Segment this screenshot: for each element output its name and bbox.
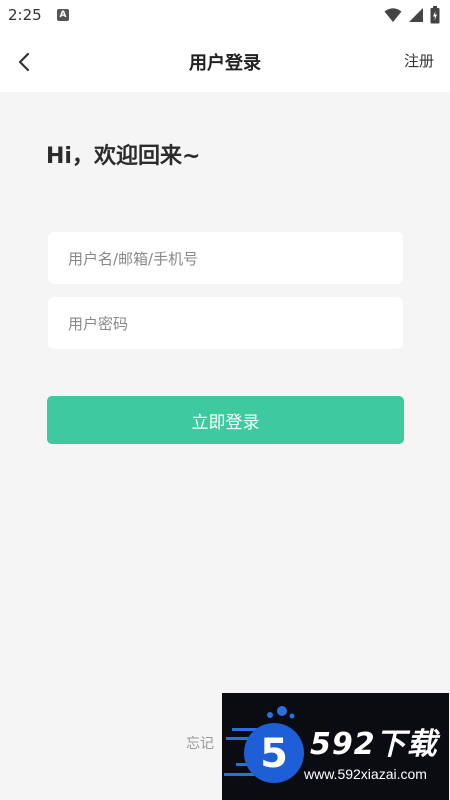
watermark-site: www.592xiazai.com <box>304 766 427 782</box>
svg-text:5: 5 <box>260 731 288 777</box>
page-title: 用户登录 <box>189 53 261 74</box>
app-header: 用户登录 注册 <box>0 32 450 92</box>
greeting-heading: Hi，欢迎回来~ <box>46 144 201 169</box>
username-field[interactable] <box>48 232 407 286</box>
watermark-brand: 592下载 <box>310 727 438 762</box>
wifi-icon <box>384 8 402 22</box>
watermark-overlay: 5 592下载 www.592xiazai.com <box>222 693 449 800</box>
username-input[interactable] <box>66 232 407 286</box>
register-link[interactable]: 注册 <box>404 50 434 71</box>
password-field[interactable] <box>48 297 407 351</box>
login-button[interactable]: 立即登录 <box>47 396 404 444</box>
notification-icon: A <box>57 9 69 21</box>
status-icons <box>384 6 440 24</box>
status-bar: 2:25 A <box>0 0 450 32</box>
chevron-left-icon <box>18 52 30 72</box>
battery-icon <box>430 6 440 24</box>
back-button[interactable] <box>8 46 40 78</box>
forgot-password-link[interactable]: 忘记 <box>186 733 214 753</box>
watermark-logo-icon: 5 <box>224 706 304 783</box>
password-input[interactable] <box>66 297 407 351</box>
status-time: 2:25 <box>8 6 42 24</box>
signal-icon <box>409 8 423 22</box>
